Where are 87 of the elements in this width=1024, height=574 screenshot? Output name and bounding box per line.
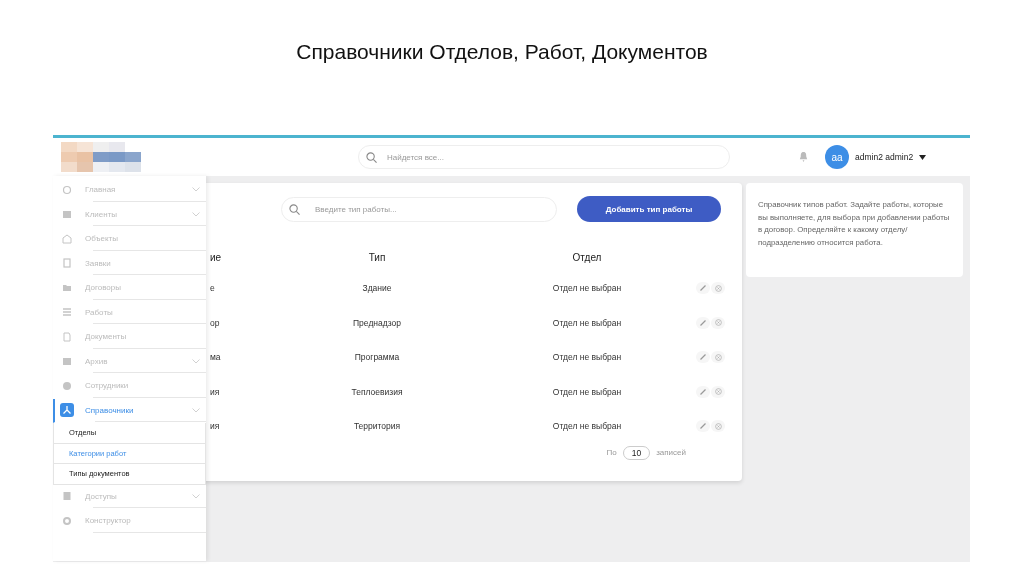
table-cell-text: Отдел не выбран bbox=[551, 352, 623, 363]
box-icon bbox=[62, 356, 72, 367]
chevron-icon bbox=[192, 493, 200, 499]
sidebar-item[interactable]: Работы bbox=[53, 300, 206, 325]
edit-button[interactable] bbox=[696, 351, 710, 364]
column-header: Тип bbox=[367, 251, 387, 263]
close-icon bbox=[714, 422, 722, 430]
edit-button[interactable] bbox=[696, 316, 710, 329]
sidebar-item[interactable]: Главная bbox=[53, 178, 206, 203]
sidebar-item[interactable]: Доступы bbox=[53, 484, 206, 509]
sidebar-item[interactable]: Сотрудники bbox=[53, 374, 206, 399]
sidebar-item[interactable]: Клиенты bbox=[53, 202, 206, 227]
close-icon bbox=[714, 388, 722, 396]
menu-label: Договоры bbox=[85, 283, 122, 293]
delete-button[interactable] bbox=[711, 351, 725, 364]
chevron-icon bbox=[192, 407, 200, 413]
delete-button[interactable] bbox=[711, 385, 725, 398]
pencil-icon bbox=[700, 423, 706, 430]
close-icon bbox=[714, 319, 722, 327]
table-cell-text: ия bbox=[210, 386, 221, 397]
add-button[interactable]: Добавить тип работы bbox=[577, 196, 721, 222]
edit-button[interactable] bbox=[696, 282, 710, 295]
sidebar-item[interactable]: Архив bbox=[53, 349, 206, 374]
search-field[interactable]: Введите тип работы... bbox=[281, 196, 557, 222]
delete-button[interactable] bbox=[711, 282, 725, 295]
hub-icon bbox=[62, 405, 72, 416]
sidebar-item[interactable]: Документы bbox=[53, 325, 206, 350]
chevron-icon bbox=[192, 211, 200, 217]
menu-label: Конструктор bbox=[85, 516, 132, 526]
user-name[interactable]: admin2 admin2 bbox=[855, 152, 914, 162]
house-icon bbox=[62, 233, 72, 244]
slide-title: Справочники Отделов, Работ, Документов bbox=[295, 39, 709, 65]
menu-label: Главная bbox=[85, 185, 117, 195]
table-cell-text: Отдел не выбран bbox=[551, 386, 623, 397]
search-field[interactable]: Найдется все... bbox=[358, 145, 730, 169]
pagination-label: По bbox=[606, 448, 617, 457]
menu-label: Доступы bbox=[85, 491, 118, 501]
column-header: ие bbox=[210, 251, 223, 263]
table-cell-text: Преднадзор bbox=[352, 317, 402, 328]
sidebar-item[interactable]: Конструктор bbox=[53, 509, 206, 534]
table-cell-text: Территория bbox=[352, 421, 402, 432]
table-cell-text: Отдел не выбран bbox=[551, 421, 623, 432]
menu-label: Архив bbox=[85, 356, 109, 366]
table-cell-text: ия bbox=[210, 421, 221, 432]
table-cell-text: Отдел не выбран bbox=[551, 283, 623, 294]
pencil-icon bbox=[700, 285, 706, 292]
table-cell-text: ор bbox=[210, 317, 221, 328]
menu-label: Заявки bbox=[85, 258, 112, 268]
sidebar-item[interactable]: Заявки bbox=[53, 251, 206, 276]
folder-icon bbox=[62, 282, 72, 293]
menu-label: Сотрудники bbox=[85, 381, 130, 391]
edit-button[interactable] bbox=[696, 385, 710, 398]
menu-label: Справочники bbox=[85, 405, 135, 415]
pencil-icon bbox=[700, 388, 706, 395]
table-cell-text: Здание bbox=[361, 283, 393, 294]
pencil-icon bbox=[700, 354, 706, 361]
table-cell-text: ма bbox=[210, 352, 222, 363]
menu-label: Работы bbox=[85, 307, 114, 317]
edit-button[interactable] bbox=[696, 420, 710, 433]
delete-button[interactable] bbox=[711, 420, 725, 433]
document-icon bbox=[62, 331, 72, 342]
pagination-label: записей bbox=[656, 448, 686, 457]
chevron-icon bbox=[192, 187, 200, 193]
caret-icon[interactable] bbox=[919, 154, 927, 160]
sidebar-item[interactable]: Справочники bbox=[53, 398, 206, 423]
circle-icon bbox=[62, 184, 72, 195]
table-cell-text: Отдел не выбран bbox=[551, 317, 623, 328]
chevron-icon bbox=[192, 358, 200, 364]
user-avatar[interactable]: aa bbox=[825, 145, 849, 169]
menu-label: Документы bbox=[85, 332, 128, 342]
menu-label: Объекты bbox=[85, 234, 119, 244]
search-icon bbox=[366, 151, 377, 163]
search-icon bbox=[289, 203, 300, 215]
sidebar-item[interactable]: Договоры bbox=[53, 276, 206, 301]
pencil-icon bbox=[700, 319, 706, 326]
column-header: Отдел bbox=[571, 251, 603, 263]
sidebar-item[interactable]: Объекты bbox=[53, 227, 206, 252]
menu-label: Клиенты bbox=[85, 209, 119, 219]
box-icon bbox=[62, 209, 72, 220]
close-icon bbox=[714, 284, 722, 292]
table-cell-text: Программа bbox=[353, 352, 401, 363]
list-icon bbox=[62, 307, 72, 318]
table-cell-text: Теплоевизия bbox=[350, 386, 404, 397]
delete-button[interactable] bbox=[711, 316, 725, 329]
table-cell-text: е bbox=[210, 283, 216, 294]
close-icon bbox=[714, 353, 722, 361]
bell-icon[interactable] bbox=[798, 151, 809, 163]
